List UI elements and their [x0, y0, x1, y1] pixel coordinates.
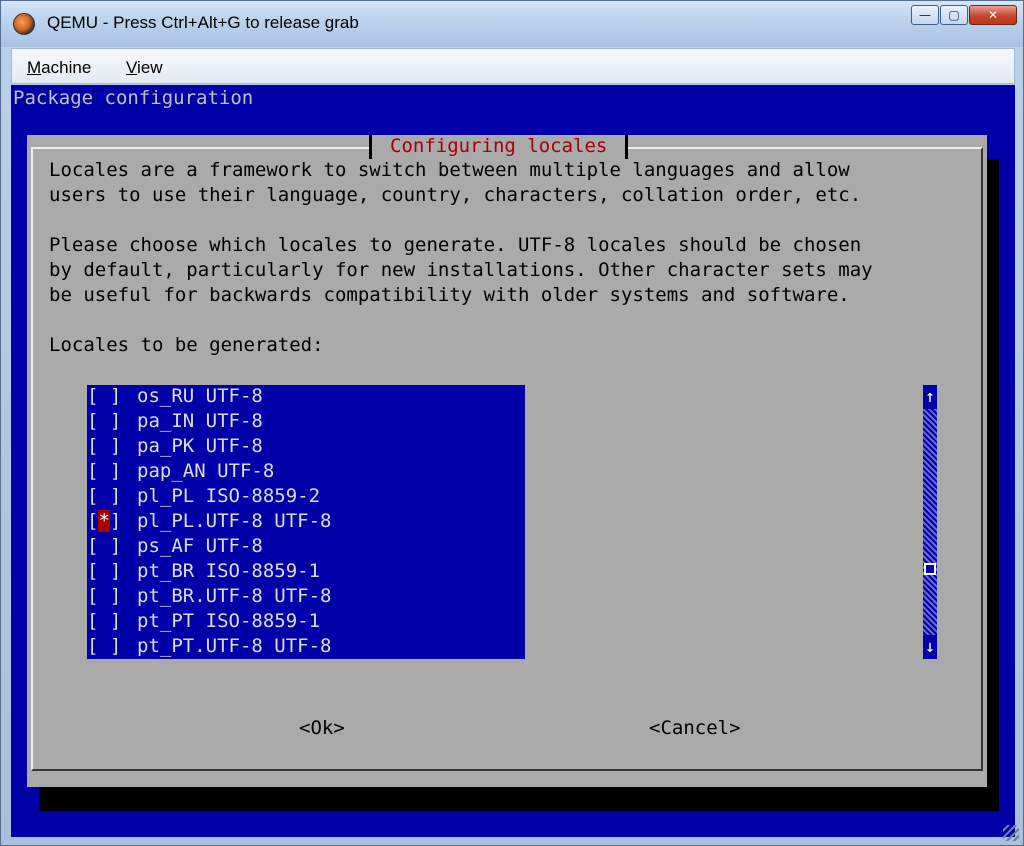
checkbox-checked[interactable]: [*]: [87, 510, 137, 532]
intro-line-1: Locales are a framework to switch betwee…: [49, 159, 850, 181]
list-item[interactable]: [ ] pa_PK UTF-8: [87, 435, 263, 460]
locale-label: pl_PL.UTF-8 UTF-8: [137, 510, 332, 532]
locale-label: ps_AF UTF-8: [137, 535, 263, 557]
list-item[interactable]: [ ] pt_BR.UTF-8 UTF-8: [87, 585, 331, 610]
vm-console[interactable]: Package configuration Configuring locale…: [11, 85, 1015, 837]
list-item[interactable]: [ ] pa_IN UTF-8: [87, 410, 263, 435]
checkbox[interactable]: [ ]: [87, 610, 137, 632]
scroll-thumb[interactable]: [924, 563, 936, 575]
locale-label: pl_PL ISO-8859-2: [137, 485, 321, 507]
menu-bar: Machine View: [11, 48, 1015, 84]
ok-button[interactable]: <Ok>: [299, 717, 345, 739]
menu-view-accel: V: [126, 58, 138, 77]
instructions-line-2: by default, particularly for new install…: [49, 259, 873, 281]
list-scrollbar[interactable]: ↑ ↓: [923, 385, 937, 659]
checkbox[interactable]: [ ]: [87, 560, 137, 582]
maximize-button[interactable]: ▢: [940, 5, 968, 25]
checkbox[interactable]: [ ]: [87, 585, 137, 607]
close-button[interactable]: ✕: [969, 5, 1017, 25]
menu-view-rest: iew: [137, 58, 163, 77]
checkbox[interactable]: [ ]: [87, 485, 137, 507]
qemu-app-icon: [13, 13, 35, 35]
list-item[interactable]: [ ] pt_PT ISO-8859-1: [87, 610, 320, 635]
menu-machine-rest: achine: [41, 58, 92, 77]
menu-machine-accel: M: [27, 58, 42, 77]
locale-list[interactable]: [ ] os_RU UTF-8 [ ] pa_IN UTF-8 [ ] pa_PK U…: [87, 385, 525, 659]
qemu-window: QEMU - Press Ctrl+Alt+G to release grab …: [0, 0, 1024, 846]
list-item[interactable]: [ ] pap_AN UTF-8: [87, 460, 274, 485]
list-item[interactable]: [ ] os_RU UTF-8: [87, 385, 263, 410]
checkbox[interactable]: [ ]: [87, 535, 137, 557]
cancel-button[interactable]: <Cancel>: [649, 717, 741, 739]
list-label: Locales to be generated:: [49, 334, 324, 356]
list-item[interactable]: [ ] pt_BR ISO-8859-1: [87, 560, 320, 585]
locale-label: pa_PK UTF-8: [137, 435, 263, 457]
locale-label: pa_IN UTF-8: [137, 410, 263, 432]
backtitle: Package configuration: [13, 87, 254, 109]
intro-line-2: users to use their language, country, ch…: [49, 184, 862, 206]
locale-label: pt_BR ISO-8859-1: [137, 560, 321, 582]
list-item[interactable]: [ ] pt_PT.UTF-8 UTF-8: [87, 635, 331, 660]
checkbox[interactable]: [ ]: [87, 635, 137, 657]
menu-machine[interactable]: Machine: [27, 58, 91, 78]
locale-label: pt_PT ISO-8859-1: [137, 610, 321, 632]
locale-label: pt_PT.UTF-8 UTF-8: [137, 635, 332, 657]
menu-view[interactable]: View: [126, 58, 163, 78]
resize-grip-icon[interactable]: [1003, 825, 1019, 841]
window-title: QEMU - Press Ctrl+Alt+G to release grab: [47, 13, 359, 32]
locale-label: pap_AN UTF-8: [137, 460, 275, 482]
checkbox[interactable]: [ ]: [87, 410, 137, 432]
title-bar[interactable]: QEMU - Press Ctrl+Alt+G to release grab …: [1, 1, 1023, 47]
list-item[interactable]: [ ] pl_PL ISO-8859-2: [87, 485, 320, 510]
checkbox[interactable]: [ ]: [87, 460, 137, 482]
locale-label: os_RU UTF-8: [137, 385, 263, 407]
window-controls: — ▢ ✕: [910, 5, 1017, 25]
scroll-up-arrow-icon[interactable]: ↑: [923, 385, 937, 409]
list-item[interactable]: [ ] ps_AF UTF-8: [87, 535, 263, 560]
instructions-line-1: Please choose which locales to generate.…: [49, 234, 862, 256]
dialog-title: Configuring locales: [369, 135, 629, 159]
checked-mark-icon: *: [98, 510, 110, 532]
minimize-button[interactable]: —: [911, 5, 939, 25]
checkbox[interactable]: [ ]: [87, 435, 137, 457]
instructions-line-3: be useful for backwards compatibility wi…: [49, 284, 850, 306]
scroll-down-arrow-icon[interactable]: ↓: [923, 635, 937, 659]
locale-label: pt_BR.UTF-8 UTF-8: [137, 585, 332, 607]
locales-dialog: Configuring locales Locales are a framew…: [27, 135, 987, 787]
checkbox[interactable]: [ ]: [87, 385, 137, 407]
list-item-selected[interactable]: [*] pl_PL.UTF-8 UTF-8: [87, 510, 331, 535]
